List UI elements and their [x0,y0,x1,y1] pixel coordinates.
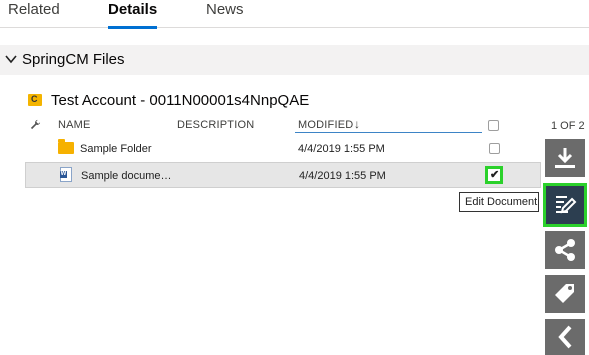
edit-document-icon [556,196,577,214]
row-name[interactable]: Sample docume… [81,170,172,182]
tab-bar: Related Details News [0,0,589,29]
folder-icon [58,139,74,154]
tab-news[interactable]: News [206,0,244,28]
table-header: NAME DESCRIPTION MODIFIED ↓ [25,117,589,135]
table-row[interactable]: Sample Folder 4/4/2019 1:55 PM [25,136,541,162]
tab-related[interactable]: Related [8,0,60,28]
sort-arrow-icon: ↓ [354,117,361,131]
row-checkbox[interactable] [489,143,500,154]
column-header-modified[interactable]: MODIFIED [298,119,353,131]
row-name[interactable]: Sample Folder [80,143,152,155]
edit-document-button[interactable] [543,183,587,227]
row-modified: 4/4/2019 1:55 PM [298,143,385,155]
download-icon [555,148,575,168]
tag-button[interactable] [545,275,585,313]
share-button[interactable] [545,231,585,269]
row-modified: 4/4/2019 1:55 PM [299,170,386,182]
row-checkbox-checked[interactable]: ✔ [485,166,503,184]
section-title: SpringCM Files [22,51,125,68]
chevron-left-icon [558,325,572,349]
springcm-files-section-header[interactable]: SpringCM Files [0,45,589,75]
tag-icon [555,284,574,303]
pager-text: 1 OF 2 [551,120,585,132]
edit-document-tooltip: Edit Document [459,192,539,212]
column-header-name[interactable]: NAME [58,119,91,131]
select-all-checkbox[interactable] [488,120,499,131]
download-button[interactable] [545,139,585,177]
share-icon [555,239,575,261]
tab-details[interactable]: Details [108,0,158,29]
collapse-panel-button[interactable] [545,319,585,355]
word-document-icon: W [60,167,72,182]
modified-sort-underline [295,132,482,133]
table-row[interactable]: W Sample docume… 4/4/2019 1:55 PM [25,162,541,188]
folder-path-title: Test Account - 0011N00001s4NnpQAE [51,92,310,109]
column-header-description[interactable]: DESCRIPTION [177,119,254,131]
folder-sync-icon: C [28,94,42,106]
wrench-icon[interactable] [30,119,41,130]
chevron-down-icon[interactable] [5,53,17,65]
